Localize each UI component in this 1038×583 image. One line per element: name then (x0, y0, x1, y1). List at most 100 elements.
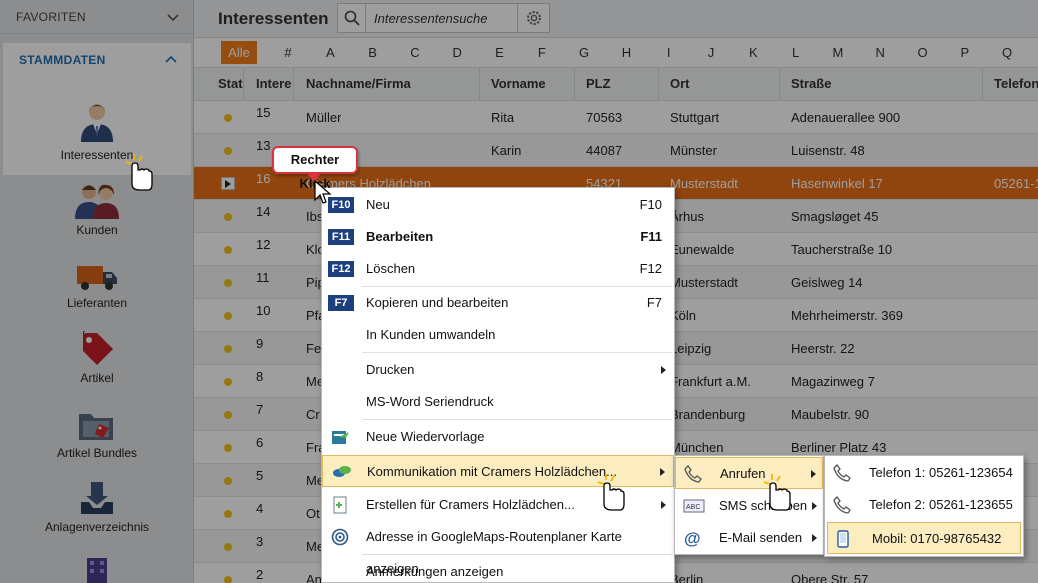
column-header-strasse[interactable]: Straße (780, 68, 983, 100)
sidebar-item-lieferanten[interactable]: Lieferanten (0, 262, 194, 322)
column-header-ort[interactable]: Ort (659, 68, 780, 100)
column-header-nachname[interactable]: Nachname/Firma (294, 68, 480, 100)
alphabet-letter[interactable]: G (573, 39, 595, 66)
column-header-vorname[interactable]: Vorname (480, 68, 575, 100)
alphabet-letter[interactable]: Q (996, 39, 1018, 66)
page-title: Interessenten (218, 9, 329, 28)
alphabet-letter[interactable]: D (446, 39, 468, 66)
cell-strasse: Hasenwinkel 17 (791, 176, 883, 191)
status-dot (224, 213, 232, 221)
menu-item-kopieren[interactable]: F7 Kopieren und bearbeiten F7 (322, 287, 674, 319)
cell-id: 15 (256, 105, 271, 120)
menu-item-label: Löschen (366, 261, 416, 276)
alphabet-letter[interactable]: I (658, 39, 680, 66)
people-icon (75, 184, 119, 219)
alphabet-letter[interactable]: K (742, 39, 764, 66)
status-dot (224, 246, 232, 254)
alphabet-letter[interactable]: M (827, 39, 849, 66)
submenu-item-anrufen[interactable]: Anrufen (675, 457, 823, 489)
menu-item-in-kunden-umwandeln[interactable]: In Kunden umwandeln (322, 319, 674, 351)
submenu-anrufen: Telefon 1: 05261-123654 Telefon 2: 05261… (824, 455, 1024, 557)
table-header: Stat Intere Nachname/Firma Vorname PLZ O… (194, 67, 1038, 101)
column-header-status[interactable]: Stat (212, 68, 244, 100)
sidebar-item-interessenten[interactable]: Interessenten (3, 77, 191, 175)
alphabet-letter[interactable]: O (912, 39, 934, 66)
cell-ort: Brandenburg (670, 407, 746, 422)
alphabet-letter[interactable]: J (700, 39, 722, 66)
menu-item-bearbeiten[interactable]: F11 Bearbeiten F11 (322, 221, 674, 253)
submenu-item-telefon-1[interactable]: Telefon 1: 05261-123654 (825, 457, 1023, 489)
cell-strasse: Obere Str. 57 (791, 572, 869, 583)
sidebar-item-kunden[interactable]: Kunden (0, 183, 194, 243)
gear-icon (526, 11, 541, 25)
alphabet-letter[interactable]: E (489, 39, 511, 66)
menu-item-label: Anmerkungen anzeigen (366, 564, 504, 579)
person-icon (81, 104, 113, 142)
column-header-telefon[interactable]: Telefon (983, 68, 1038, 100)
sidebar-item-anlagenverzeichnis[interactable]: Anlagenverzeichnis (0, 480, 194, 540)
menu-separator (362, 352, 672, 353)
submenu-item-sms[interactable]: ABC SMS schreiben (675, 490, 823, 522)
status-dot (224, 411, 232, 419)
menu-item-label: Erstellen für Cramers Holzlädchen... (366, 497, 575, 512)
cell-id: 10 (256, 303, 271, 318)
alphabet-letter[interactable]: N (869, 39, 891, 66)
alphabet-letter[interactable]: L (785, 39, 807, 66)
menu-item-loeschen[interactable]: F12 Löschen F12 (322, 253, 674, 285)
alphabet-letter[interactable]: P (954, 39, 976, 66)
cell-id: 9 (256, 336, 264, 351)
search-settings-button[interactable] (518, 3, 550, 33)
submenu-item-telefon-2[interactable]: Telefon 2: 05261-123655 (825, 489, 1023, 521)
cell-ort: Århus (670, 209, 704, 224)
column-header-plz[interactable]: PLZ (575, 68, 659, 100)
cell-nachname: An (306, 572, 322, 583)
search-icon (344, 10, 360, 26)
status-dot (224, 312, 232, 320)
menu-item-neue-wiedervorlage[interactable]: Neue Wiedervorlage (322, 421, 674, 453)
alphabet-letter[interactable]: F (531, 39, 553, 66)
sidebar-item-label: Anlagenverzeichnis (44, 520, 150, 534)
submenu-arrow-icon (811, 470, 816, 478)
submenu-item-email[interactable]: @ E-Mail senden (675, 522, 823, 554)
favoriten-section-header[interactable]: FAVORITEN (0, 0, 193, 34)
alphabet-all-button[interactable]: Alle (221, 41, 257, 64)
table-row[interactable]: 15 Müller Rita 70563 Stuttgart Adenauerallee … (194, 101, 1038, 134)
alphabet-filter: Alle # A B C D E F G H I J K L M N O P Q (194, 39, 1038, 66)
menu-item-neu[interactable]: F10 Neu F10 (322, 189, 674, 221)
sms-icon: ABC (683, 499, 705, 513)
search-button[interactable] (337, 3, 366, 33)
cell-id: 6 (256, 435, 264, 450)
alphabet-letter[interactable]: A (319, 39, 341, 66)
menu-item-label: Drucken (366, 362, 415, 377)
cell-nachname: Fe (306, 341, 322, 356)
menu-item-googlemaps[interactable]: Adresse in GoogleMaps-Routenplaner Karte… (322, 521, 674, 576)
menu-item-label: Telefon 1: 05261-123654 (869, 465, 1013, 480)
alphabet-letter[interactable]: # (277, 39, 299, 66)
search-input[interactable] (366, 3, 518, 33)
building-icon (87, 558, 107, 583)
menu-item-label: E-Mail senden (719, 530, 803, 545)
stammdaten-section-header[interactable]: STAMMDATEN (3, 43, 191, 77)
cell-id: 16 (256, 171, 271, 186)
inbox-icon (81, 482, 113, 514)
sidebar-item-artikel[interactable]: Artikel (0, 331, 194, 391)
cell-strasse: Maubelstr. 90 (791, 407, 870, 422)
column-header-id[interactable]: Intere (244, 68, 294, 100)
menu-item-drucken[interactable]: Drucken (322, 354, 674, 386)
cell-ort: Stuttgart (670, 110, 720, 125)
submenu-arrow-icon (661, 366, 666, 374)
menu-item-ms-word-seriendruck[interactable]: MS-Word Seriendruck (322, 386, 674, 418)
menu-shortcut: F12 (639, 261, 662, 276)
cell-plz: 70563 (586, 110, 623, 125)
submenu-item-mobil[interactable]: Mobil: 0170-98765432 (827, 522, 1021, 554)
sidebar-item-artikel-bundles[interactable]: Artikel Bundles (0, 408, 194, 468)
cell-plz: 44087 (586, 143, 623, 158)
cell-ort: Musterstadt (670, 275, 738, 290)
hand-pointer-icon (125, 154, 153, 191)
alphabet-letter[interactable]: B (362, 39, 384, 66)
sidebar-item-label: Lieferanten (66, 296, 128, 310)
at-icon: @ (684, 529, 701, 547)
menu-item-anmerkungen[interactable]: Anmerkungen anzeigen (322, 556, 674, 583)
alphabet-letter[interactable]: H (615, 39, 637, 66)
alphabet-letter[interactable]: C (404, 39, 426, 66)
